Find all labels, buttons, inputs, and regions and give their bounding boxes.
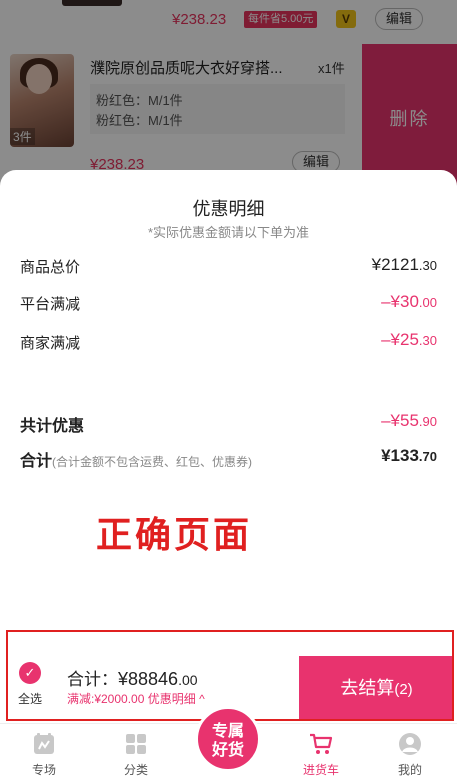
special-icon	[34, 733, 54, 754]
correct-page-annotation: 正确页面	[96, 514, 253, 555]
merchant-discount-value: –¥25.30	[381, 330, 437, 349]
sum-value: ¥133.70	[381, 446, 437, 465]
goods-total-value: ¥2121.30	[371, 255, 437, 274]
checkout-discount: 满减:¥2000.00 优惠明细 ^	[67, 692, 205, 706]
nav-label: 我的	[397, 763, 422, 777]
sum-label: 合计(合计金额不包含运费、红包、优惠券)	[20, 453, 253, 470]
nav-item-category[interactable]: 分类	[106, 724, 166, 779]
nav-item-special[interactable]: 专场	[14, 724, 74, 779]
sheet-subtitle: *实际优惠金额请以下单为准	[147, 225, 310, 240]
cart-icon	[310, 733, 333, 754]
discount-detail-link[interactable]: 优惠明细 ^	[148, 692, 205, 706]
total-discount-label: 共计优惠	[20, 418, 85, 435]
nav-label: 分类	[123, 763, 148, 777]
nav-item-cart[interactable]: 进货车	[291, 724, 351, 779]
goods-total-label: 商品总价	[20, 259, 81, 276]
nav-item-mine[interactable]: 我的	[380, 724, 440, 779]
checkout-total: 合计：¥88846.00	[67, 669, 198, 689]
exclusive-goods-button[interactable]: 专属 好货	[195, 706, 261, 772]
checkout-button[interactable]: 去结算(2)	[299, 656, 454, 720]
grid-icon	[126, 734, 146, 754]
select-all-label[interactable]: 全选	[18, 690, 42, 707]
user-icon	[399, 733, 421, 755]
nav-label: 专场	[31, 763, 56, 777]
sheet-title: 优惠明细	[192, 199, 265, 219]
platform-discount-label: 平台满减	[20, 296, 81, 313]
nav-label: 进货车	[302, 763, 339, 777]
sum-note: (合计金额不包含运费、红包、优惠券)	[52, 455, 253, 469]
platform-discount-value: –¥30.00	[381, 292, 437, 311]
merchant-discount-label: 商家满减	[20, 335, 81, 352]
select-all-check-icon[interactable]: ✓	[19, 662, 41, 684]
total-discount-value: –¥55.90	[381, 411, 437, 430]
